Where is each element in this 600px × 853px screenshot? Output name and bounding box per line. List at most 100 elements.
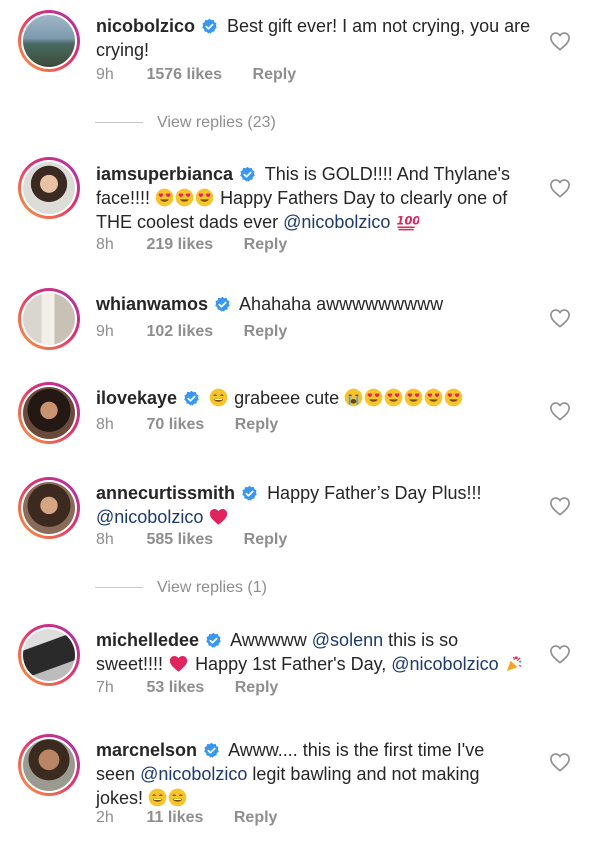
timestamp: 7h [96,679,114,696]
like-heart-icon[interactable] [549,401,571,421]
avatar[interactable] [18,288,80,350]
timestamp: 8h [96,236,114,253]
avatar[interactable] [18,157,80,219]
username[interactable]: annecurtissmith [96,483,235,503]
reply-button[interactable]: Reply [234,809,278,827]
avatar[interactable] [18,10,80,72]
comment-text: seen [96,764,136,784]
comment-text: THE coolest dads ever [96,212,279,232]
avatar-photo [23,387,75,439]
likes-count[interactable]: 53 likes [146,679,204,697]
reply-button[interactable]: Reply [235,416,279,434]
divider-line [95,122,143,124]
comment-text: jokes! [96,788,144,808]
verified-badge-icon [239,166,256,183]
comment-body: whianwamos Ahahaha awwwwwwwww [96,292,536,316]
timestamp: 2h [96,809,114,826]
like-heart-icon[interactable] [549,308,571,328]
comment-meta: 7h 53 likes Reply [96,679,278,697]
comment-meta: 8h 70 likes Reply [96,416,278,434]
heart-eyes-emoji-icon [444,388,463,407]
comment-text: legit bawling and not making [252,764,480,784]
reply-button[interactable]: Reply [244,236,288,254]
comment-text: Happy 1st Father's Day, [195,654,387,674]
avatar-photo [23,739,75,791]
likes-count[interactable]: 585 likes [146,531,213,549]
red-heart-emoji-icon [208,507,229,526]
timestamp: 9h [96,323,114,340]
avatar[interactable] [18,734,80,796]
view-replies-link[interactable]: View replies (1) [95,579,267,597]
comment-body: iamsuperbianca This is GOLD!!!! And Thyl… [96,162,536,234]
comment-meta: 9h 102 likes Reply [96,323,287,341]
comment-text: Ahahaha awwwwwwwww [239,294,444,314]
comment-text: face!!!! [96,188,151,208]
reply-button[interactable]: Reply [244,531,288,549]
laughing-emoji-icon [209,388,228,407]
avatar[interactable] [18,477,80,539]
timestamp: 9h [96,66,114,83]
comment-body: nicobolzico Best gift ever! I am not cry… [96,14,536,62]
avatar-photo [23,162,75,214]
comment-text: crying! [96,40,150,60]
likes-count[interactable]: 1576 likes [146,66,222,84]
comment-text: grabeee cute [234,388,340,408]
comment-text: Awww.... this is the first time I've [228,740,485,760]
reply-button[interactable]: Reply [235,679,279,697]
username[interactable]: ilovekaye [96,388,177,408]
avatar[interactable] [18,382,80,444]
view-replies-link[interactable]: View replies (23) [95,114,276,132]
like-heart-icon[interactable] [549,31,571,51]
comment-body: michelledee Awwwww @solenn this is so sw… [96,628,536,676]
avatar-photo [23,293,75,345]
mention-link[interactable]: @solenn [312,630,383,650]
mention-link[interactable]: @nicobolzico [96,507,203,527]
comment-body: marcnelson Awww.... this is the first ti… [96,738,536,810]
hundred-emoji-icon [395,212,419,231]
verified-badge-icon [203,742,220,759]
avatar-photo [23,482,75,534]
comment-text: Happy Father’s Day Plus!!! [267,483,482,503]
avatar-photo [23,629,75,681]
verified-badge-icon [241,485,258,502]
comment-meta: 9h 1576 likes Reply [96,66,296,84]
username[interactable]: iamsuperbianca [96,164,233,184]
likes-count[interactable]: 70 likes [146,416,204,434]
timestamp: 8h [96,416,114,433]
like-heart-icon[interactable] [549,644,571,664]
comment-text: This is GOLD!!!! And Thylane's [264,164,510,184]
username[interactable]: michelledee [96,630,199,650]
laughing-emoji-icon [148,788,167,807]
username[interactable]: whianwamos [96,294,208,314]
like-heart-icon[interactable] [549,752,571,772]
comment-meta: 8h 219 likes Reply [96,236,287,254]
like-heart-icon[interactable] [549,178,571,198]
likes-count[interactable]: 102 likes [146,323,213,341]
verified-badge-icon [183,390,200,407]
mention-link[interactable]: @nicobolzico [283,212,390,232]
heart-eyes-emoji-icon [424,388,443,407]
verified-badge-icon [205,632,222,649]
comment-body: ilovekaye grabeee cute [96,386,536,410]
view-replies-label: View replies (1) [157,579,267,596]
heart-eyes-emoji-icon [404,388,423,407]
heart-eyes-emoji-icon [364,388,383,407]
verified-badge-icon [201,18,218,35]
likes-count[interactable]: 11 likes [146,809,203,827]
username[interactable]: marcnelson [96,740,197,760]
reply-button[interactable]: Reply [253,66,297,84]
red-heart-emoji-icon [168,654,189,673]
heart-eyes-emoji-icon [195,188,214,207]
comment-text: Best gift ever! I am not crying, you are [227,16,531,36]
mention-link[interactable]: @nicobolzico [140,764,247,784]
like-heart-icon[interactable] [549,496,571,516]
comment-meta: 2h 11 likes Reply [96,809,277,827]
avatar[interactable] [18,624,80,686]
reply-button[interactable]: Reply [244,323,288,341]
mention-link[interactable]: @nicobolzico [391,654,498,674]
likes-count[interactable]: 219 likes [146,236,213,254]
verified-badge-icon [214,296,231,313]
crying-emoji-icon [344,388,363,407]
timestamp: 8h [96,531,114,548]
username[interactable]: nicobolzico [96,16,195,36]
